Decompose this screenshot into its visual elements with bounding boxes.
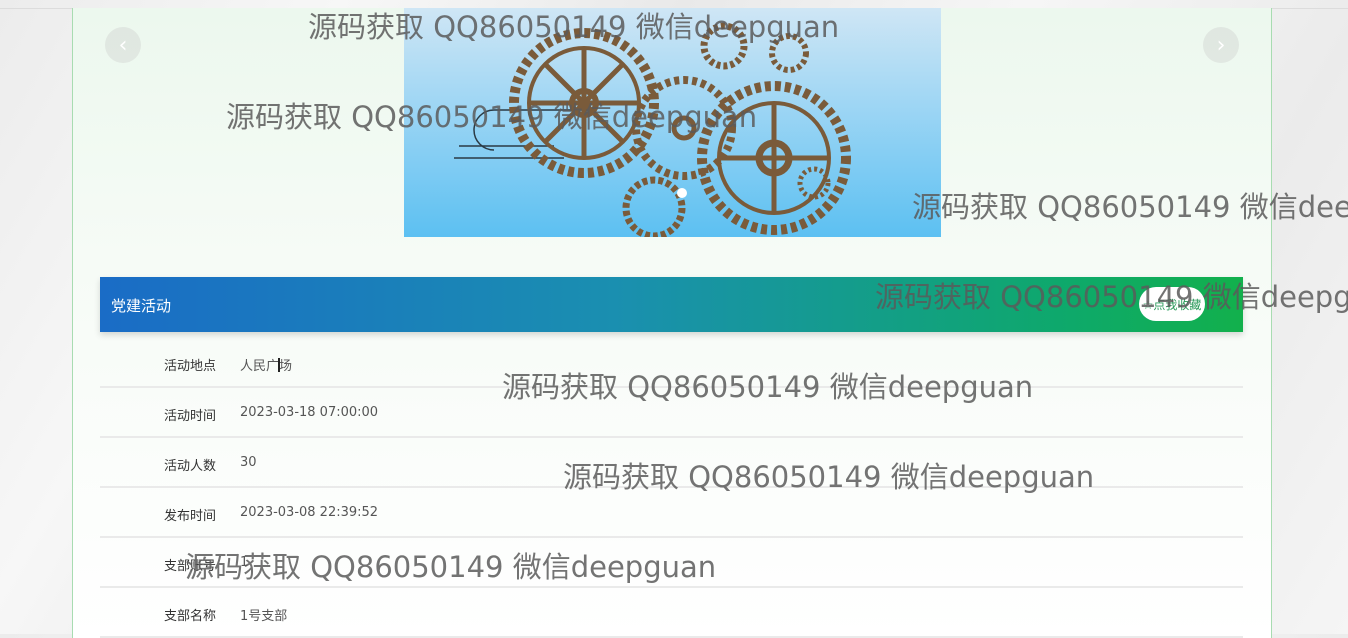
carousel-banner-image[interactable] (404, 8, 941, 237)
detail-value: 1 (240, 555, 249, 570)
detail-value: 2023-03-18 07:00:00 (240, 405, 379, 420)
favorite-button[interactable]: ☆点我收藏 (1139, 287, 1205, 321)
carousel-next-button[interactable]: › (1203, 27, 1239, 63)
detail-label: 发布时间 (164, 509, 217, 524)
detail-row: 支部名称 1号支部 (100, 588, 1243, 638)
content-card: ‹ › 党建活动 ☆点我收藏 活动地点 人民广场 活动时间 2023-03-18… (72, 8, 1272, 638)
section-title: 党建活动 (111, 297, 172, 315)
detail-value: 2023-03-08 22:39:52 (240, 505, 379, 520)
detail-label: 活动时间 (164, 409, 217, 424)
text-cursor-icon (278, 358, 280, 372)
detail-value: 30 (240, 455, 257, 470)
detail-label: 支部名称 (164, 609, 217, 624)
detail-row: 发布时间 2023-03-08 22:39:52 (100, 488, 1243, 538)
detail-value: 1号支部 (240, 609, 288, 624)
detail-row: 活动人数 30 (100, 438, 1243, 488)
chevron-right-icon: › (1216, 32, 1226, 58)
detail-row: 活动地点 人民广场 (100, 338, 1243, 388)
section-header: 党建活动 ☆点我收藏 (100, 277, 1243, 332)
detail-label: 支部账号 (164, 559, 217, 574)
chevron-left-icon: ‹ (118, 32, 128, 58)
detail-value: 人民广场 (240, 359, 293, 374)
activity-details: 活动地点 人民广场 活动时间 2023-03-18 07:00:00 活动人数 … (100, 338, 1243, 638)
detail-row: 支部账号 1 (100, 538, 1243, 588)
carousel-indicator-dot[interactable] (677, 188, 687, 198)
detail-label: 活动人数 (164, 459, 217, 474)
detail-row: 活动时间 2023-03-18 07:00:00 (100, 388, 1243, 438)
detail-label: 活动地点 (164, 359, 217, 374)
carousel-prev-button[interactable]: ‹ (105, 27, 141, 63)
